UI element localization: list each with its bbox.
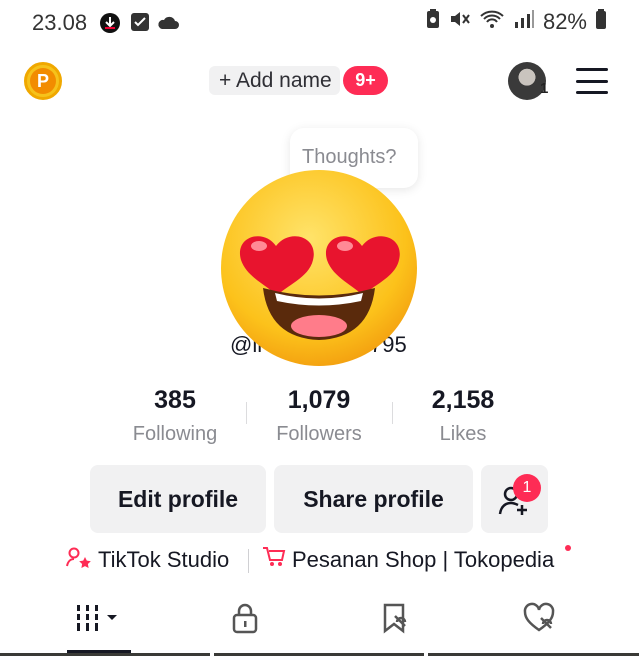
following-label: Following <box>132 423 218 445</box>
heart-eyes-emoji-icon <box>219 168 419 368</box>
likes-label: Likes <box>439 423 487 445</box>
add-friend-button[interactable] <box>481 465 548 533</box>
studio-label: TikTok Studio <box>98 547 230 572</box>
account-count: 1 <box>540 80 549 97</box>
followers-stat[interactable]: 1,079 Followers <box>244 386 394 446</box>
hamburger-menu-icon[interactable] <box>576 68 608 94</box>
status-indicators: 82% <box>425 8 607 35</box>
mute-icon <box>449 9 471 34</box>
battery-icon <box>595 8 607 35</box>
bookmark-icon <box>379 602 411 639</box>
thoughts-placeholder: Thoughts? <box>302 146 397 168</box>
tab-liked[interactable] <box>495 598 585 642</box>
tab-private[interactable] <box>200 598 290 642</box>
shop-orders-link[interactable]: Pesanan Shop | Tokopedia <box>262 546 554 574</box>
link-divider <box>248 549 249 573</box>
shop-label: Pesanan Shop | Tokopedia <box>292 547 555 572</box>
likes-stat[interactable]: 2,158 Likes <box>388 386 538 446</box>
add-name-label: + Add name <box>219 68 332 92</box>
signal-icon <box>513 9 535 34</box>
coin-button[interactable]: P <box>24 62 62 100</box>
status-bar: 23.08 82% <box>0 0 639 46</box>
shop-notification-dot <box>565 545 571 551</box>
tab-saved[interactable] <box>350 598 440 642</box>
battery-percentage: 82% <box>542 8 587 34</box>
following-stat[interactable]: 385 Following <box>100 386 250 446</box>
friend-request-badge: 1 <box>513 474 541 502</box>
likes-count: 2,158 <box>431 386 495 414</box>
tiktok-studio-link[interactable]: TikTok Studio <box>66 546 229 574</box>
recycle-icon <box>425 8 441 35</box>
notification-badge[interactable]: 9+ <box>343 66 388 95</box>
status-time: 23.08 <box>32 10 88 35</box>
download-notification-icon <box>99 12 121 39</box>
edit-profile-button[interactable]: Edit profile <box>90 465 266 533</box>
videos-grid-icon <box>75 603 125 638</box>
cloud-icon <box>157 14 179 35</box>
add-name-button[interactable]: + Add name <box>209 66 340 95</box>
followers-count: 1,079 <box>287 386 351 414</box>
following-count: 385 <box>154 386 196 414</box>
studio-icon <box>66 546 92 574</box>
share-profile-button[interactable]: Share profile <box>274 465 473 533</box>
cart-icon <box>262 546 286 574</box>
checkbox-notification-icon <box>130 12 150 37</box>
followers-label: Followers <box>276 423 362 445</box>
lock-icon <box>230 602 260 639</box>
tab-videos[interactable] <box>55 598 145 642</box>
wifi-icon <box>479 9 505 34</box>
coin-letter: P <box>30 68 56 94</box>
liked-heart-icon <box>523 602 557 639</box>
